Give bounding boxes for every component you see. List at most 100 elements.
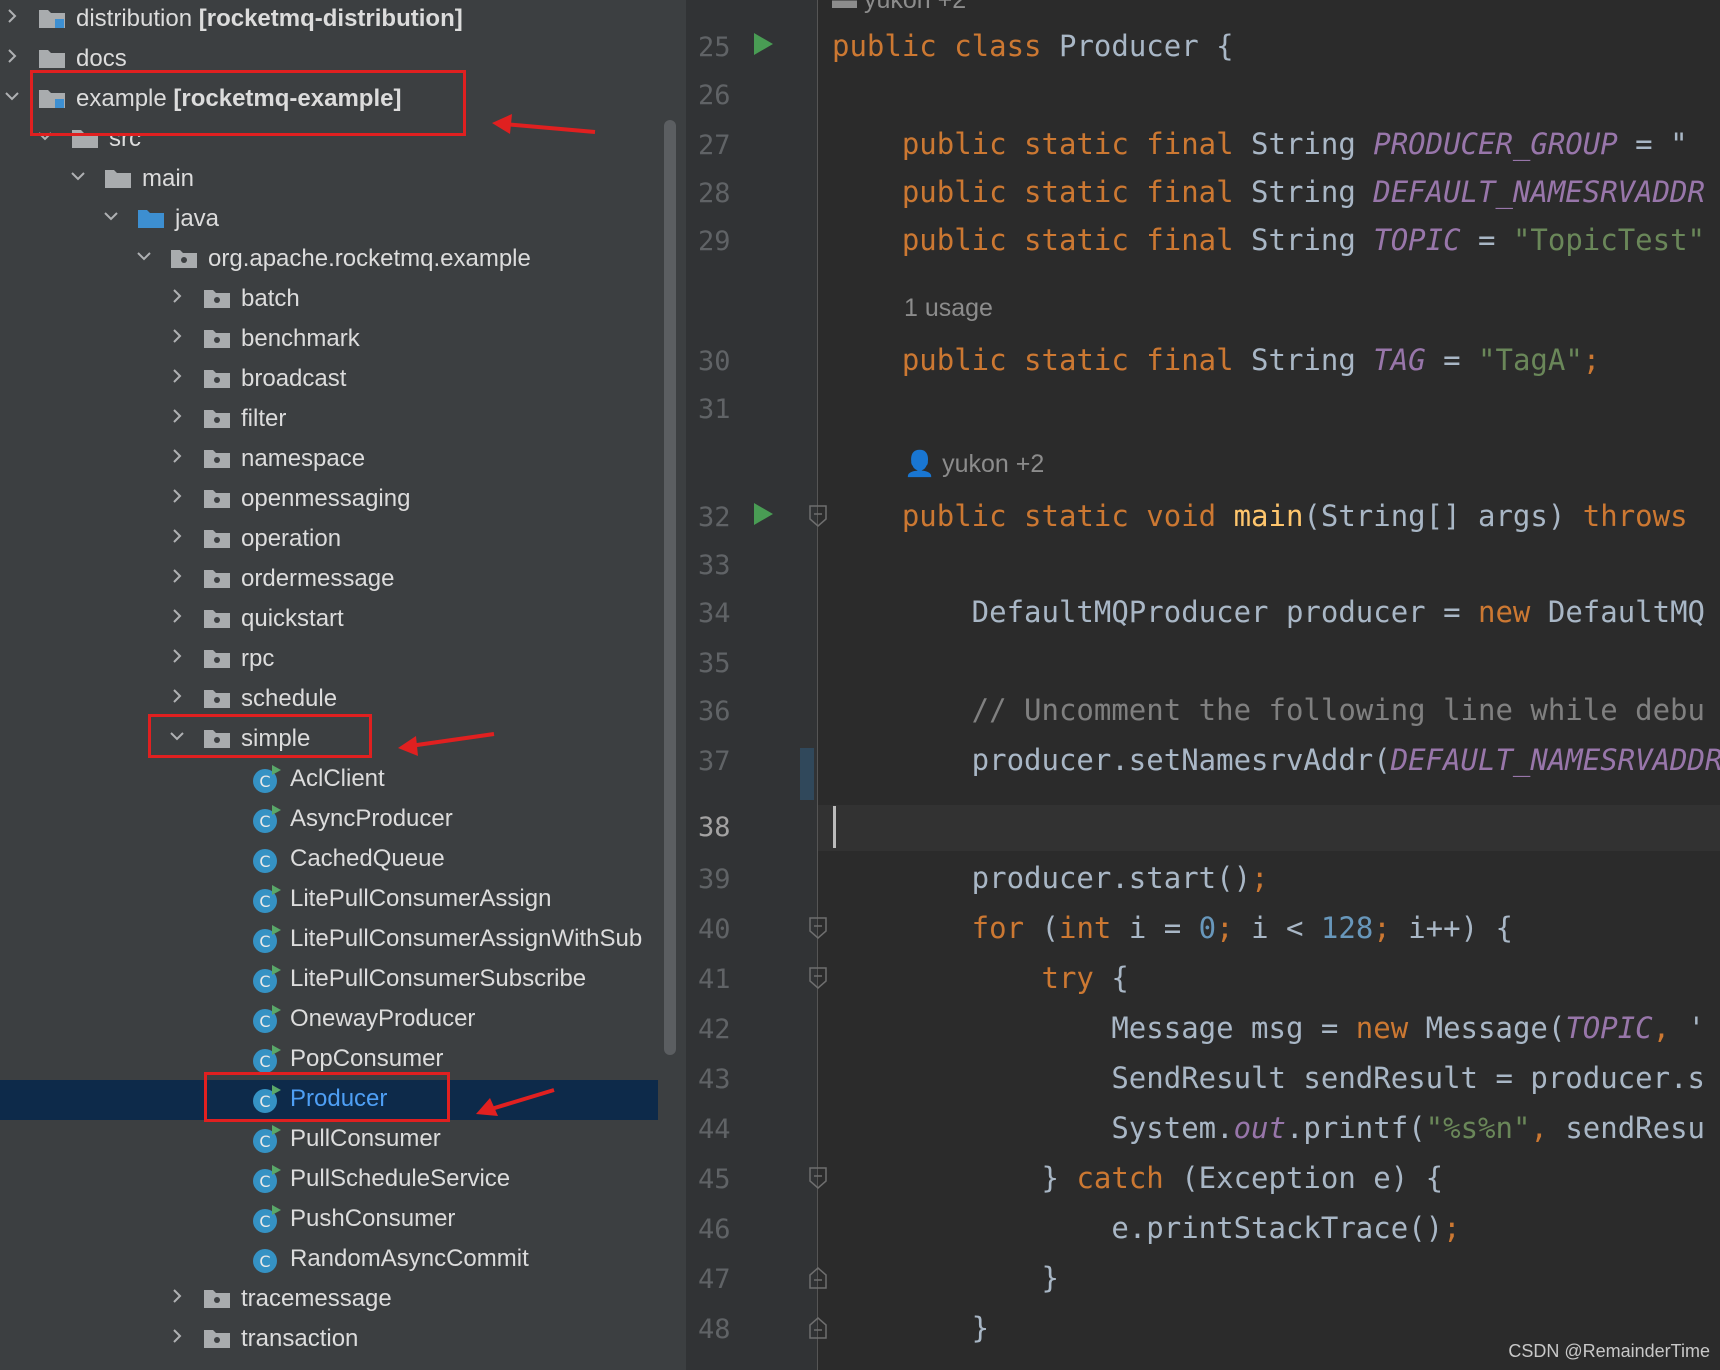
chevron-down-icon[interactable]	[103, 208, 119, 224]
author-hint[interactable]: 👤 yukon +2	[904, 450, 1044, 479]
code-line[interactable]: producer.start();	[832, 860, 1269, 896]
code-line[interactable]: Message msg = new Message(TOPIC, '	[832, 1010, 1705, 1046]
code-line[interactable]: }	[832, 1260, 1059, 1296]
line-number[interactable]: 27	[698, 130, 748, 162]
run-icon[interactable]	[752, 32, 774, 56]
tree-item-pushconsumer[interactable]: C PushConsumer	[0, 1200, 658, 1240]
code-line[interactable]: public static void main(String[] args) t…	[832, 498, 1688, 534]
line-number[interactable]: 32	[698, 502, 748, 534]
chevron-right-icon[interactable]	[4, 48, 20, 64]
code-editor[interactable]: ▬ yukon +2 1 usage 👤 yukon +2 25 public c…	[686, 0, 1720, 1370]
chevron-right-icon[interactable]	[169, 368, 185, 384]
chevron-right-icon[interactable]	[169, 568, 185, 584]
fold-marker-icon[interactable]	[808, 504, 828, 528]
tree-item-tracemessage[interactable]: tracemessage	[0, 1280, 658, 1320]
chevron-right-icon[interactable]	[169, 488, 185, 504]
tree-item-filter[interactable]: filter	[0, 400, 658, 440]
project-scrollbar[interactable]	[664, 120, 676, 1055]
line-number[interactable]: 38	[698, 812, 748, 844]
fold-marker-icon[interactable]	[808, 1166, 828, 1190]
line-number[interactable]: 41	[698, 964, 748, 996]
tree-item-randomasynccommit[interactable]: C RandomAsyncCommit	[0, 1240, 658, 1280]
code-line[interactable]: public static final String PRODUCER_GROU…	[832, 126, 1688, 162]
chevron-right-icon[interactable]	[169, 648, 185, 664]
chevron-down-icon[interactable]	[4, 88, 20, 104]
tree-item-batch[interactable]: batch	[0, 280, 658, 320]
tree-item-distribution[interactable]: distribution [rocketmq-distribution]	[0, 0, 658, 40]
tree-item-pullconsumer[interactable]: C PullConsumer	[0, 1120, 658, 1160]
code-line[interactable]: }	[832, 1310, 989, 1346]
chevron-right-icon[interactable]	[169, 1288, 185, 1304]
code-line[interactable]: producer.setNamesrvAddr(DEFAULT_NAMESRVA…	[832, 742, 1720, 778]
tree-item-litepullconsumerassignwithsub[interactable]: C LitePullConsumerAssignWithSub	[0, 920, 658, 960]
chevron-right-icon[interactable]	[169, 408, 185, 424]
code-line[interactable]: SendResult sendResult = producer.s	[832, 1060, 1705, 1096]
tree-item-litepullconsumerassign[interactable]: C LitePullConsumerAssign	[0, 880, 658, 920]
chevron-right-icon[interactable]	[4, 8, 20, 24]
fold-marker-icon[interactable]	[808, 1316, 828, 1340]
code-line[interactable]: public static final String DEFAULT_NAMES…	[832, 174, 1705, 210]
line-number[interactable]: 43	[698, 1064, 748, 1096]
run-icon[interactable]	[752, 502, 774, 526]
tree-item-ordermessage[interactable]: ordermessage	[0, 560, 658, 600]
chevron-right-icon[interactable]	[169, 528, 185, 544]
line-number[interactable]: 29	[698, 226, 748, 258]
line-number[interactable]: 42	[698, 1014, 748, 1046]
tree-item-openmessaging[interactable]: openmessaging	[0, 480, 658, 520]
tree-item-transaction[interactable]: transaction	[0, 1320, 658, 1360]
chevron-right-icon[interactable]	[169, 328, 185, 344]
tree-item-broadcast[interactable]: broadcast	[0, 360, 658, 400]
line-number[interactable]: 39	[698, 864, 748, 896]
tree-item-benchmark[interactable]: benchmark	[0, 320, 658, 360]
chevron-down-icon[interactable]	[136, 248, 152, 264]
line-number[interactable]: 33	[698, 550, 748, 582]
chevron-right-icon[interactable]	[169, 288, 185, 304]
tree-item-cachedqueue[interactable]: C CachedQueue	[0, 840, 658, 880]
line-number[interactable]: 45	[698, 1164, 748, 1196]
chevron-right-icon[interactable]	[169, 1328, 185, 1344]
usage-hint[interactable]: 1 usage	[904, 294, 993, 323]
code-line[interactable]: } catch (Exception e) {	[832, 1160, 1444, 1196]
line-number[interactable]: 46	[698, 1214, 748, 1246]
tree-item-pullscheduleservice[interactable]: C PullScheduleService	[0, 1160, 658, 1200]
line-number[interactable]: 30	[698, 346, 748, 378]
line-number[interactable]: 44	[698, 1114, 748, 1146]
line-number[interactable]: 48	[698, 1314, 748, 1346]
line-number[interactable]: 26	[698, 80, 748, 112]
tree-item-onewayproducer[interactable]: C OnewayProducer	[0, 1000, 658, 1040]
tree-item-quickstart[interactable]: quickstart	[0, 600, 658, 640]
code-line[interactable]: public static final String TOPIC = "Topi…	[832, 222, 1705, 258]
tree-item-rpc[interactable]: rpc	[0, 640, 658, 680]
fold-marker-icon[interactable]	[808, 1266, 828, 1290]
fold-marker-icon[interactable]	[808, 966, 828, 990]
code-line[interactable]: public static final String TAG = "TagA";	[832, 342, 1600, 378]
line-number[interactable]: 47	[698, 1264, 748, 1296]
line-number[interactable]: 35	[698, 648, 748, 680]
line-number[interactable]: 31	[698, 394, 748, 426]
fold-marker-icon[interactable]	[808, 916, 828, 940]
code-line[interactable]: for (int i = 0; i < 128; i++) {	[832, 910, 1513, 946]
line-number[interactable]: 40	[698, 914, 748, 946]
code-line[interactable]: try {	[832, 960, 1129, 996]
tree-item-main[interactable]: main	[0, 160, 658, 200]
tree-item-aclclient[interactable]: C AclClient	[0, 760, 658, 800]
code-line[interactable]: System.out.printf("%s%n", sendResu	[832, 1110, 1705, 1146]
code-line[interactable]: public class Producer {	[832, 28, 1234, 64]
tree-item-java[interactable]: java	[0, 200, 658, 240]
code-line[interactable]: // Uncomment the following line while de…	[832, 692, 1705, 728]
line-number[interactable]: 36	[698, 696, 748, 728]
line-number[interactable]: 37	[698, 746, 748, 778]
chevron-right-icon[interactable]	[169, 448, 185, 464]
tree-item-org-apache-rocketmq-example[interactable]: org.apache.rocketmq.example	[0, 240, 658, 280]
tree-item-asyncproducer[interactable]: C AsyncProducer	[0, 800, 658, 840]
code-line[interactable]: DefaultMQProducer producer = new Default…	[832, 594, 1705, 630]
code-line[interactable]: e.printStackTrace();	[832, 1210, 1460, 1246]
tree-item-namespace[interactable]: namespace	[0, 440, 658, 480]
chevron-down-icon[interactable]	[70, 168, 86, 184]
change-marker[interactable]	[800, 748, 814, 800]
tree-item-operation[interactable]: operation	[0, 520, 658, 560]
chevron-right-icon[interactable]	[169, 688, 185, 704]
line-number[interactable]: 28	[698, 178, 748, 210]
tree-item-litepullconsumersubscribe[interactable]: C LitePullConsumerSubscribe	[0, 960, 658, 1000]
chevron-right-icon[interactable]	[169, 608, 185, 624]
